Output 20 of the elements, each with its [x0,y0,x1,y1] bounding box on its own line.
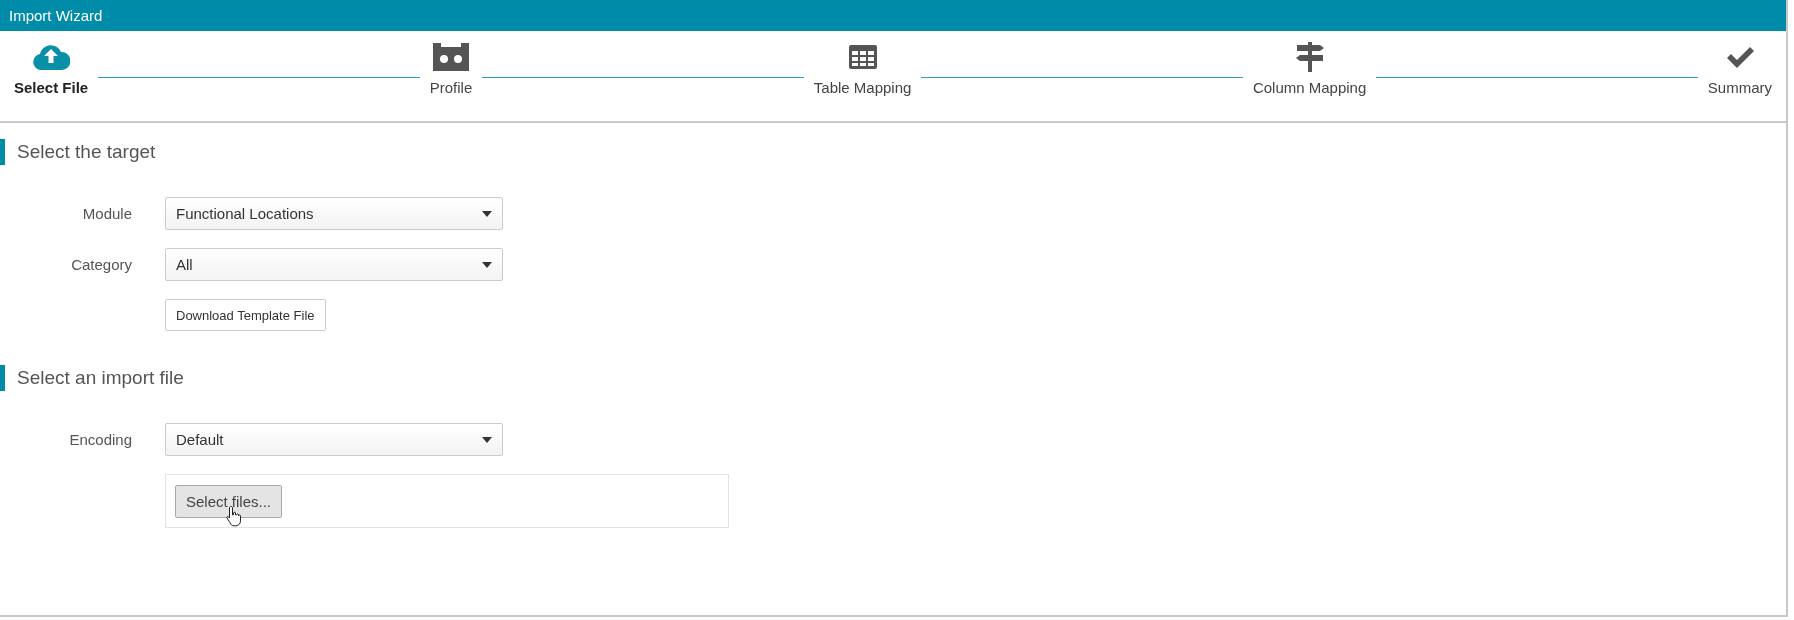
dropdown[interactable]: Default [165,423,503,456]
step-label[interactable]: Table Mapping [813,79,912,96]
caret-icon [482,261,492,268]
caret-icon [482,436,492,443]
download-template-button[interactable]: Download Template File [165,299,326,331]
select-files-button[interactable]: Select files... [175,485,283,518]
hand-cursor-icon [226,505,242,527]
dropdown[interactable]: Functional Locations [165,197,503,230]
section-heading: Select the target [0,139,1786,165]
caret-icon [482,210,492,217]
field-label: Category [71,256,132,273]
step-label[interactable]: Profile [429,79,473,96]
dropdown[interactable]: All [165,248,503,281]
window-title: Import Wizard [0,0,1786,31]
step-label[interactable]: Select File [14,79,89,96]
step-label[interactable]: Summary [1707,79,1773,96]
step-label[interactable]: Column Mapping [1252,79,1367,96]
section-heading: Select an import file [0,365,1786,391]
field-label: Module [82,205,132,222]
field-label: Encoding [69,431,132,448]
